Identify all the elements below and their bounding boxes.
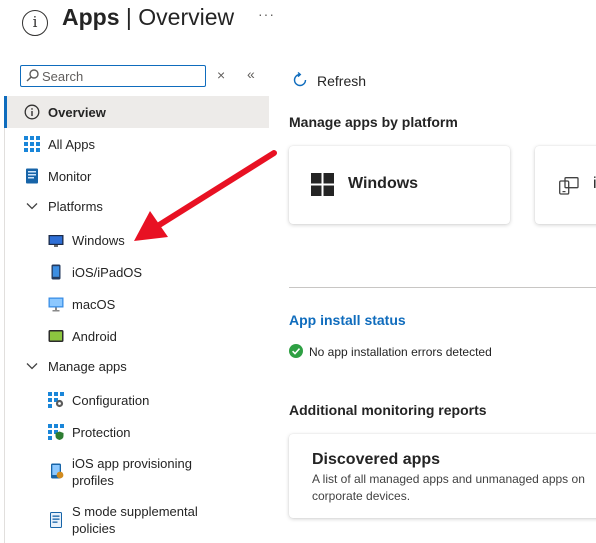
sidebar-item-label: All Apps: [48, 136, 95, 152]
sidebar-item-macos[interactable]: macOS: [4, 288, 269, 320]
sidebar-group-manage-apps[interactable]: Manage apps: [4, 350, 269, 382]
label-line-2: policies: [72, 521, 116, 536]
app-install-status-link[interactable]: App install status: [289, 312, 406, 328]
refresh-button[interactable]: Refresh: [317, 73, 366, 89]
page-title-separator: |: [125, 4, 132, 30]
platform-section-title: Manage apps by platform: [289, 114, 458, 130]
sidebar-item-label: macOS: [72, 296, 116, 312]
success-check-icon: [289, 344, 303, 358]
discovered-apps-title[interactable]: Discovered apps: [312, 451, 440, 469]
sidebar-item-label: Manage apps: [48, 358, 127, 374]
more-options-button[interactable]: ···: [258, 6, 275, 22]
clear-search-button[interactable]: ×: [217, 67, 225, 83]
label-line-1: iOS app provisioning: [72, 456, 192, 471]
sidebar-item-label: Windows: [72, 232, 125, 248]
chevron-down-icon: [26, 203, 38, 210]
app-grid-gear-icon: [48, 392, 64, 408]
chevron-down-icon: [26, 363, 38, 370]
devices-icon: [559, 177, 579, 195]
label-line-2: profiles: [72, 473, 114, 488]
page-title-app: Apps: [62, 4, 120, 30]
annotation-arrow-icon: [134, 150, 277, 241]
sidebar-item-ios-app-provisioning-profiles[interactable]: iOS app provisioning profiles: [4, 452, 269, 492]
page-title: Apps | Overview: [62, 4, 234, 31]
sidebar-item-android[interactable]: Android: [4, 320, 269, 352]
windows-monitor-icon: [48, 235, 64, 247]
android-device-icon: [48, 330, 64, 342]
sidebar-item-label: Monitor: [48, 168, 92, 184]
sidebar-item-protection[interactable]: Protection: [4, 416, 269, 448]
monitoring-section-title: Additional monitoring reports: [289, 402, 487, 418]
sidebar-item-ios-ipados[interactable]: iOS/iPadOS: [4, 256, 269, 288]
collapse-sidebar-button[interactable]: «: [247, 66, 255, 82]
policy-document-icon: [50, 512, 62, 528]
discovered-apps-description: A list of all managed apps and unmanaged…: [312, 472, 585, 503]
search-icon: [26, 69, 39, 82]
sidebar-item-configuration[interactable]: Configuration: [4, 384, 269, 416]
install-status-text: No app installation errors detected: [309, 345, 492, 359]
sidebar-item-label: iOS app provisioning profiles: [72, 455, 192, 489]
info-icon: [24, 104, 40, 120]
sidebar-item-label: Protection: [72, 424, 131, 440]
page-title-section: Overview: [138, 4, 235, 30]
sidebar-item-label: Configuration: [72, 392, 150, 408]
sidebar-item-label: iOS/iPadOS: [72, 264, 143, 280]
platform-card-ios[interactable]: i: [535, 146, 596, 224]
grid-icon: [24, 136, 40, 152]
platform-card-windows[interactable]: Windows: [289, 146, 510, 224]
sidebar-item-label: Platforms: [48, 198, 103, 214]
label-line-1: S mode supplemental: [72, 504, 198, 519]
info-icon: i: [22, 10, 48, 36]
platform-card-label: Windows: [348, 175, 419, 192]
phone-icon: [51, 264, 61, 280]
sidebar-item-label: Overview: [48, 104, 106, 120]
desktop-icon: [48, 297, 64, 312]
windows-logo-icon: [311, 173, 334, 196]
search-input[interactable]: [42, 67, 202, 85]
sidebar-item-label: Android: [72, 328, 117, 344]
sidebar-item-label: S mode supplemental policies: [72, 503, 198, 537]
sidebar-item-s-mode-supplemental-policies[interactable]: S mode supplemental policies: [4, 500, 269, 540]
refresh-icon[interactable]: [291, 71, 309, 89]
sidebar-item-overview[interactable]: Overview: [4, 96, 269, 128]
provisioning-icon: [51, 463, 64, 479]
section-divider: [289, 287, 596, 288]
notebook-icon: [26, 168, 38, 184]
app-grid-shield-icon: [48, 424, 64, 440]
